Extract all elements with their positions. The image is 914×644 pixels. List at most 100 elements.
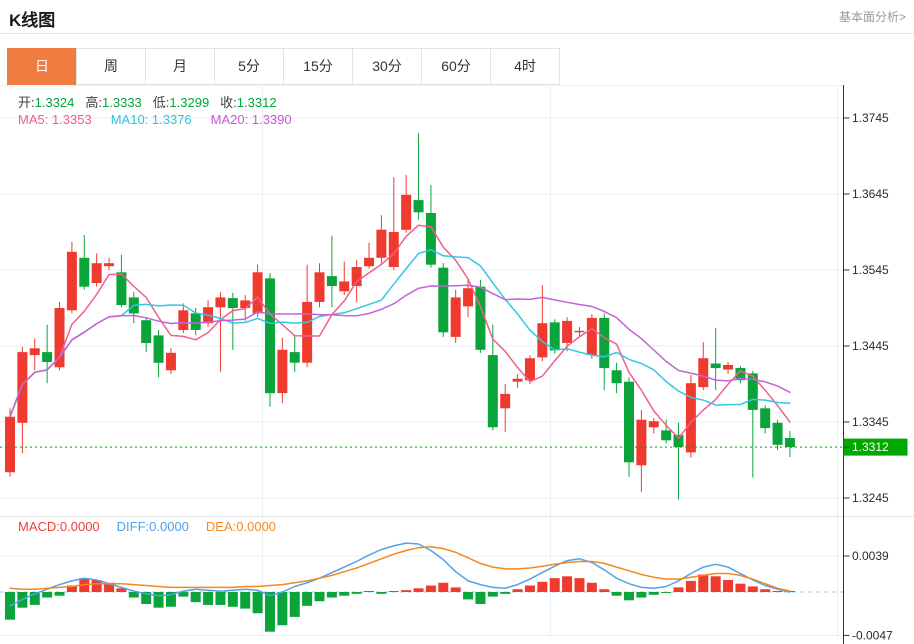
- candle-body: [92, 263, 102, 283]
- candle-body: [401, 195, 411, 230]
- candle-body: [191, 313, 201, 330]
- macd-bar: [513, 589, 523, 592]
- macd-bar: [562, 576, 572, 592]
- macd-bar: [674, 587, 684, 592]
- kline-widget: K线图 基本面分析> 日周月5分15分30分60分4时 1.37451.3645…: [0, 0, 914, 644]
- price-axis-label: 1.3245: [852, 491, 889, 505]
- macd-bar: [277, 592, 287, 625]
- candle-body: [649, 421, 659, 427]
- candle-body: [463, 288, 473, 306]
- macd-bar: [500, 592, 510, 594]
- page-title: K线图: [9, 6, 55, 31]
- macd-bar: [253, 592, 263, 613]
- candle-body: [587, 318, 597, 355]
- candle-body: [141, 320, 151, 343]
- macd-bar: [290, 592, 300, 617]
- candle-body: [488, 355, 498, 427]
- candle-body: [624, 382, 634, 463]
- tab-period-5[interactable]: 30分: [352, 48, 422, 85]
- candle-body: [785, 438, 795, 447]
- macd-bar: [587, 583, 597, 592]
- macd-bar: [228, 592, 238, 607]
- kline-chart-canvas[interactable]: 1.37451.36451.35451.34451.33451.32450.00…: [0, 85, 914, 644]
- price-axis-label: 1.3645: [852, 187, 889, 201]
- macd-bar: [315, 592, 325, 601]
- macd-histogram: [5, 574, 795, 631]
- candle-body: [674, 435, 684, 447]
- macd-bar: [302, 592, 312, 606]
- candle-body: [215, 297, 225, 307]
- macd-bar: [698, 574, 708, 592]
- macd-bar: [451, 587, 461, 592]
- candle-body: [773, 423, 783, 445]
- candle-body: [414, 200, 424, 212]
- tab-period-0[interactable]: 日: [7, 48, 77, 85]
- macd-bar: [426, 586, 436, 592]
- period-tab-bar: 日周月5分15分30分60分4时: [7, 48, 560, 85]
- macd-bar: [463, 592, 473, 599]
- macd-bar: [475, 592, 485, 604]
- tab-period-1[interactable]: 周: [76, 48, 146, 85]
- candle-body: [277, 350, 287, 393]
- macd-bar: [636, 592, 646, 598]
- candle-body: [154, 335, 164, 362]
- candle-body: [228, 298, 238, 308]
- dea-line: [10, 547, 790, 591]
- candle-body: [612, 370, 622, 383]
- candle-body: [599, 318, 609, 368]
- fundamental-analysis-link[interactable]: 基本面分析>: [839, 8, 906, 25]
- candle-body: [327, 276, 337, 286]
- macd-bar: [748, 586, 758, 592]
- candle-body: [537, 323, 547, 357]
- candle-body: [42, 352, 52, 362]
- candle-body: [711, 364, 721, 369]
- candle-body: [550, 322, 560, 350]
- header-divider: [0, 33, 914, 34]
- tab-period-7[interactable]: 4时: [490, 48, 560, 85]
- candle-body: [67, 252, 77, 310]
- price-axis-label: 1.3345: [852, 415, 889, 429]
- candle-body: [30, 348, 40, 355]
- macd-bar: [414, 588, 424, 592]
- macd-bar: [154, 592, 164, 608]
- candle-body: [376, 230, 386, 258]
- candle-body: [17, 352, 27, 423]
- candle-body: [315, 272, 325, 302]
- candle-body: [339, 281, 349, 291]
- tab-period-3[interactable]: 5分: [214, 48, 284, 85]
- macd-bar: [488, 592, 498, 597]
- current-price-badge-label: 1.3312: [852, 440, 889, 454]
- candle-body: [352, 267, 362, 286]
- macd-bar: [389, 591, 399, 592]
- macd-bar: [711, 576, 721, 592]
- macd-bar: [686, 581, 696, 592]
- macd-bar: [661, 592, 671, 593]
- candle-body: [253, 272, 263, 313]
- macd-bar: [352, 592, 362, 594]
- tab-period-2[interactable]: 月: [145, 48, 215, 85]
- macd-bar: [735, 584, 745, 592]
- ma20-line: [10, 285, 790, 417]
- tab-period-6[interactable]: 60分: [421, 48, 491, 85]
- candle-body: [760, 408, 770, 428]
- macd-axis-label: 0.0039: [852, 549, 889, 563]
- macd-bar: [191, 592, 201, 602]
- candle-body: [265, 278, 275, 393]
- candle-body: [636, 420, 646, 466]
- price-axis-label: 1.3545: [852, 263, 889, 277]
- candle-body: [475, 287, 485, 350]
- candle-body: [500, 394, 510, 408]
- chart-area[interactable]: 1.37451.36451.35451.34451.33451.32450.00…: [0, 85, 914, 644]
- candle-body: [178, 310, 188, 330]
- macd-bar: [215, 592, 225, 605]
- tab-period-4[interactable]: 15分: [283, 48, 353, 85]
- candle-body: [513, 379, 523, 382]
- ma5-line: [10, 225, 790, 438]
- candle-body: [240, 300, 250, 308]
- macd-bar: [327, 592, 337, 598]
- macd-bar: [574, 578, 584, 592]
- macd-bar: [203, 592, 213, 605]
- macd-axis-label: -0.0047: [852, 628, 893, 642]
- macd-bar: [364, 591, 374, 592]
- candle-body: [723, 365, 733, 370]
